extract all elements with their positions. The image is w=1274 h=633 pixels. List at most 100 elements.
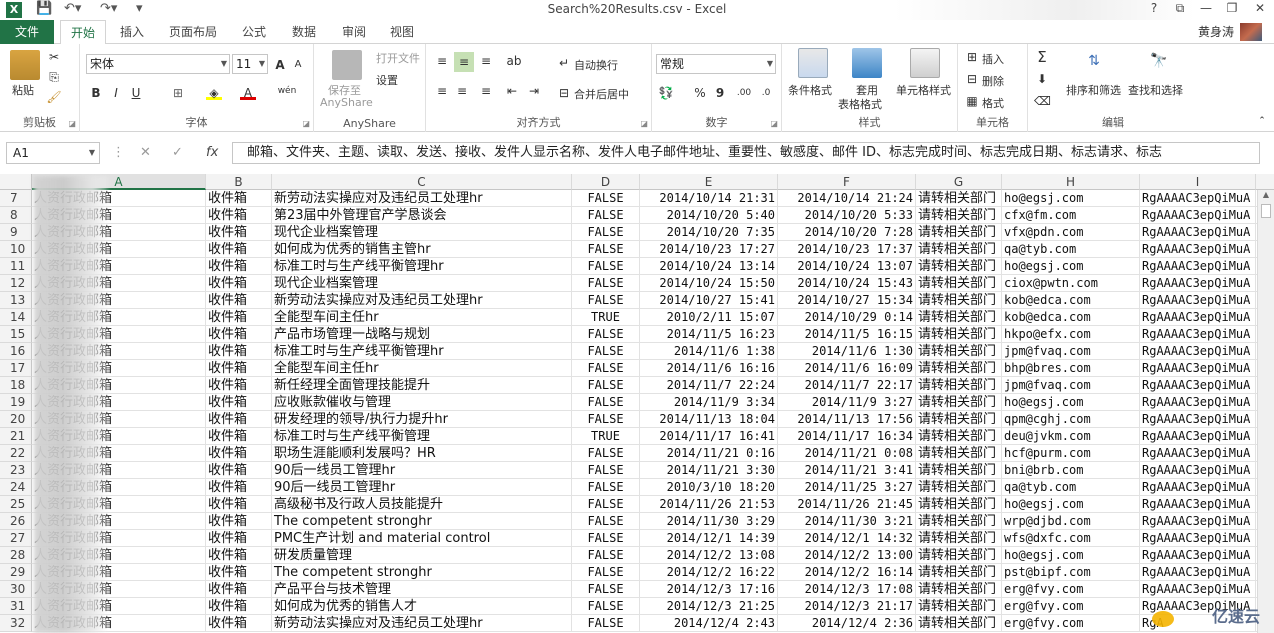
cell-b[interactable]: 收件箱 bbox=[206, 445, 272, 462]
font-size-select[interactable]: 11 ▼ bbox=[232, 54, 268, 74]
cell-e[interactable]: 2014/11/17 16:41 bbox=[640, 428, 778, 445]
cell-e[interactable]: 2014/12/1 14:39 bbox=[640, 530, 778, 547]
cell-g[interactable]: 请转相关部门 bbox=[916, 513, 1002, 530]
cell-h[interactable]: erg@fvy.com bbox=[1002, 598, 1140, 615]
cell-h[interactable]: ho@egsj.com bbox=[1002, 496, 1140, 513]
cell-h[interactable]: bni@brb.com bbox=[1002, 462, 1140, 479]
cell-h[interactable]: ho@egsj.com bbox=[1002, 394, 1140, 411]
cell-b[interactable]: 收件箱 bbox=[206, 360, 272, 377]
column-header-i[interactable]: I bbox=[1140, 174, 1256, 190]
grow-font-button[interactable]: A bbox=[272, 58, 288, 72]
cell-h[interactable]: qa@tyb.com bbox=[1002, 479, 1140, 496]
cell-c[interactable]: 如何成为优秀的销售人才 bbox=[272, 598, 572, 615]
cell-e[interactable]: 2014/10/24 13:14 bbox=[640, 258, 778, 275]
merge-center-button[interactable]: 合并后居中 bbox=[574, 86, 629, 102]
cell-g[interactable]: 请转相关部门 bbox=[916, 496, 1002, 513]
cell-f[interactable]: 2014/11/17 16:34 bbox=[778, 428, 916, 445]
cell-f[interactable]: 2014/10/24 13:07 bbox=[778, 258, 916, 275]
cell-c[interactable]: The competent stronghr bbox=[272, 564, 572, 581]
cell-c[interactable]: 90后一线员工管理hr bbox=[272, 462, 572, 479]
find-select-button[interactable]: 查找和选择 bbox=[1128, 82, 1183, 98]
column-header-f[interactable]: F bbox=[778, 174, 916, 190]
cell-e[interactable]: 2010/2/11 15:07 bbox=[640, 309, 778, 326]
row-header[interactable]: 11 bbox=[0, 258, 32, 275]
cell-e[interactable]: 2014/10/27 15:41 bbox=[640, 292, 778, 309]
format-cells-button[interactable]: 格式 bbox=[982, 95, 1004, 111]
cell-f[interactable]: 2014/10/20 7:28 bbox=[778, 224, 916, 241]
cell-g[interactable]: 请转相关部门 bbox=[916, 411, 1002, 428]
row-header[interactable]: 29 bbox=[0, 564, 32, 581]
bold-button[interactable]: B bbox=[88, 86, 104, 100]
font-color-button[interactable]: A bbox=[240, 86, 256, 100]
cell-h[interactable]: bhp@bres.com bbox=[1002, 360, 1140, 377]
cell-b[interactable]: 收件箱 bbox=[206, 411, 272, 428]
cell-h[interactable]: pst@bipf.com bbox=[1002, 564, 1140, 581]
cell-f[interactable]: 2014/11/13 17:56 bbox=[778, 411, 916, 428]
cell-h[interactable]: hkpo@efx.com bbox=[1002, 326, 1140, 343]
cell-b[interactable]: 收件箱 bbox=[206, 547, 272, 564]
cell-e[interactable]: 2014/11/6 16:16 bbox=[640, 360, 778, 377]
cell-i[interactable]: RgAAAAC3epQiMuA bbox=[1140, 445, 1256, 462]
cell-e[interactable]: 2014/12/4 2:43 bbox=[640, 615, 778, 632]
cell-b[interactable]: 收件箱 bbox=[206, 207, 272, 224]
cell-d[interactable]: FALSE bbox=[572, 547, 640, 564]
tab-formulas[interactable]: 公式 bbox=[232, 20, 276, 44]
user-name[interactable]: 黄身涛 bbox=[1198, 20, 1234, 44]
cell-b[interactable]: 收件箱 bbox=[206, 598, 272, 615]
cell-d[interactable]: FALSE bbox=[572, 462, 640, 479]
cell-c[interactable]: 研发质量管理 bbox=[272, 547, 572, 564]
format-cells-icon[interactable]: ▦ bbox=[964, 94, 980, 108]
cell-f[interactable]: 2014/11/26 21:45 bbox=[778, 496, 916, 513]
open-file-button[interactable]: 打开文件 bbox=[376, 50, 420, 66]
cell-b[interactable]: 收件箱 bbox=[206, 275, 272, 292]
cell-d[interactable]: FALSE bbox=[572, 326, 640, 343]
cell-d[interactable]: FALSE bbox=[572, 496, 640, 513]
wrap-text-icon[interactable]: ↵ bbox=[556, 56, 572, 70]
cell-i[interactable]: RgAAAAC3epQiMuA bbox=[1140, 394, 1256, 411]
row-header[interactable]: 15 bbox=[0, 326, 32, 343]
cell-e[interactable]: 2014/11/5 16:23 bbox=[640, 326, 778, 343]
delete-cells-button[interactable]: 删除 bbox=[982, 73, 1004, 89]
cell-e[interactable]: 2010/3/10 18:20 bbox=[640, 479, 778, 496]
alignment-launcher-icon[interactable]: ◪ bbox=[640, 119, 648, 128]
row-header[interactable]: 13 bbox=[0, 292, 32, 309]
cell-d[interactable]: FALSE bbox=[572, 275, 640, 292]
cell-f[interactable]: 2014/12/2 16:14 bbox=[778, 564, 916, 581]
row-header[interactable]: 22 bbox=[0, 445, 32, 462]
cell-g[interactable]: 请转相关部门 bbox=[916, 581, 1002, 598]
cell-c[interactable]: 新劳动法实操应对及违纪员工处理hr bbox=[272, 190, 572, 207]
cell-i[interactable]: RgAAAAC3epQiMuA bbox=[1140, 275, 1256, 292]
scrollbar-thumb[interactable] bbox=[1261, 204, 1271, 218]
tab-page-layout[interactable]: 页面布局 bbox=[160, 20, 226, 44]
cell-g[interactable]: 请转相关部门 bbox=[916, 615, 1002, 632]
cell-f[interactable]: 2014/12/3 21:17 bbox=[778, 598, 916, 615]
copy-icon[interactable]: ⎘ bbox=[46, 70, 62, 84]
cell-h[interactable]: ho@egsj.com bbox=[1002, 258, 1140, 275]
cell-i[interactable]: RgAAAAC3epQiMuA bbox=[1140, 190, 1256, 207]
row-header[interactable]: 26 bbox=[0, 513, 32, 530]
cell-e[interactable]: 2014/12/3 17:16 bbox=[640, 581, 778, 598]
ribbon-display-button[interactable]: ⧉ bbox=[1168, 1, 1192, 16]
cell-h[interactable]: ho@egsj.com bbox=[1002, 190, 1140, 207]
percent-button[interactable]: % bbox=[692, 86, 708, 100]
cell-b[interactable]: 收件箱 bbox=[206, 224, 272, 241]
conditional-format-button[interactable]: 条件格式 bbox=[788, 82, 832, 98]
cell-g[interactable]: 请转相关部门 bbox=[916, 343, 1002, 360]
align-bottom-icon[interactable]: ≡ bbox=[478, 54, 494, 68]
cell-e[interactable]: 2014/10/20 7:35 bbox=[640, 224, 778, 241]
row-header[interactable]: 20 bbox=[0, 411, 32, 428]
cell-g[interactable]: 请转相关部门 bbox=[916, 377, 1002, 394]
align-left-icon[interactable]: ≡ bbox=[434, 84, 450, 98]
cell-g[interactable]: 请转相关部门 bbox=[916, 462, 1002, 479]
cell-i[interactable]: RgAAAAC3epQiMuA bbox=[1140, 224, 1256, 241]
row-header[interactable]: 17 bbox=[0, 360, 32, 377]
cell-e[interactable]: 2014/10/14 21:31 bbox=[640, 190, 778, 207]
delete-cells-icon[interactable]: ⊟ bbox=[964, 72, 980, 86]
anyshare-save-icon[interactable] bbox=[332, 50, 362, 80]
cell-i[interactable]: RgAAAAC3epQiMuA bbox=[1140, 241, 1256, 258]
cell-g[interactable]: 请转相关部门 bbox=[916, 530, 1002, 547]
cell-e[interactable]: 2014/11/9 3:34 bbox=[640, 394, 778, 411]
cell-b[interactable]: 收件箱 bbox=[206, 241, 272, 258]
cell-styles-button[interactable]: 单元格样式 bbox=[896, 82, 951, 98]
cell-b[interactable]: 收件箱 bbox=[206, 258, 272, 275]
